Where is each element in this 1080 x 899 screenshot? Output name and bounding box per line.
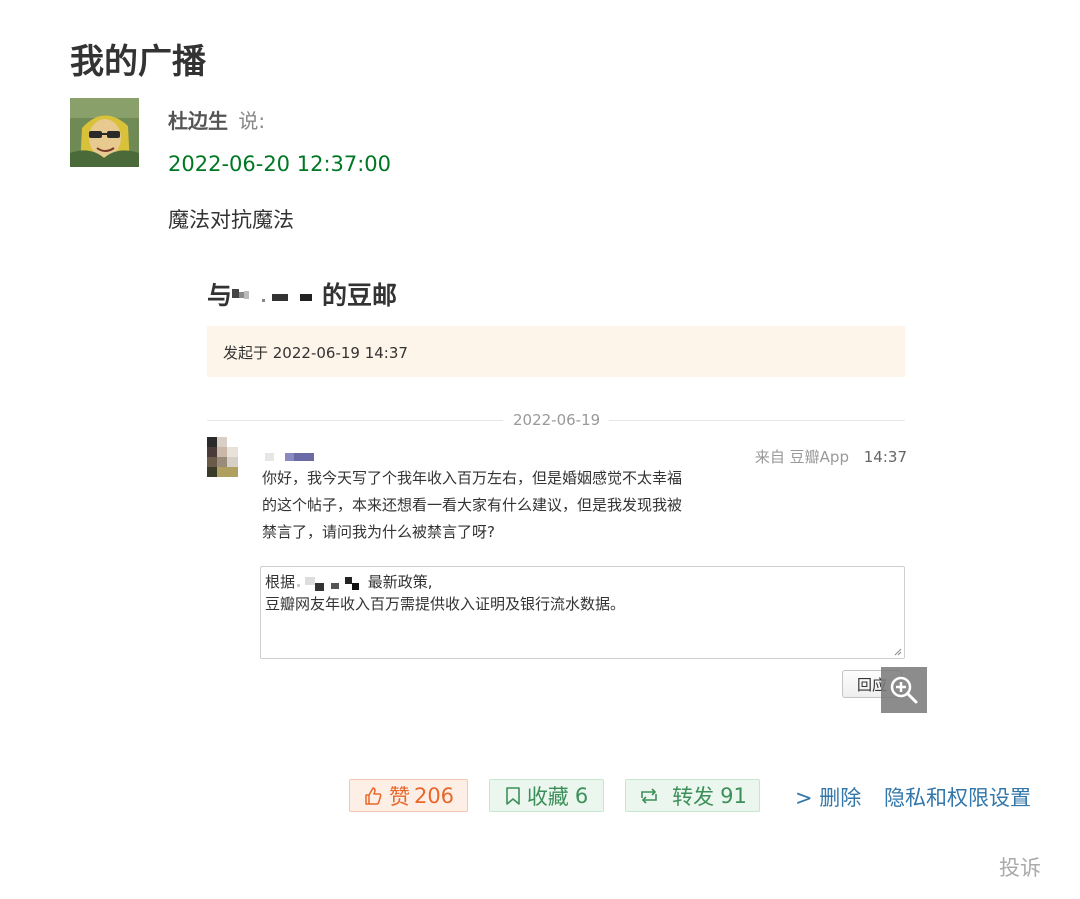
share-count: 91 [720, 783, 747, 808]
reply-line2: 豆瓣网友年收入百万需提供收入证明及银行流水数据。 [265, 595, 626, 613]
collect-count: 6 [574, 783, 589, 808]
privacy-settings-link[interactable]: 隐私和权限设置 [884, 782, 1031, 812]
message-line: 的这个帖子，本来还想看一看大家有什么建议，但是我发现我被 [262, 496, 683, 514]
censored-name-mosaic [232, 289, 313, 302]
started-box: 发起于 2022-06-19 14:37 [207, 326, 905, 377]
like-count: 206 [413, 783, 455, 808]
started-label: 发起于 2022-06-19 14:37 [223, 344, 408, 362]
delete-link[interactable]: > 删除 [795, 782, 861, 812]
reply-suffix: 最新政策, [363, 573, 433, 591]
author-line: 杜边生 说: [168, 105, 265, 134]
zoom-in-icon[interactable] [881, 667, 927, 713]
collect-button[interactable]: 收藏 6 [489, 779, 604, 812]
reply-prefix: 根据 [265, 573, 296, 591]
page-title: 我的广播 [70, 42, 206, 82]
reply-textarea[interactable]: 根据 最新政策, 豆瓣网友年收入百万需提供收入证明及银行流水数据。 [260, 566, 905, 659]
avatar[interactable] [70, 98, 139, 167]
avatar-image [70, 98, 139, 167]
says-label: 说: [238, 109, 266, 133]
message-line: 你好，我今天写了个我年收入百万左右，但是婚姻感觉不太幸福 [262, 469, 683, 487]
sender-avatar-mosaic [207, 437, 238, 477]
like-button[interactable]: 赞 206 [349, 779, 468, 812]
post-text: 魔法对抗魔法 [168, 208, 294, 232]
attached-screenshot[interactable]: 与 的豆邮 发起于 2022-06-19 14:37 2022-06-19 来自… [207, 270, 927, 720]
like-label: 赞 [388, 784, 410, 809]
doumail-title-suffix: 的豆邮 [322, 281, 398, 310]
doumail-title: 与 的豆邮 [207, 276, 397, 312]
thumbs-up-icon [363, 786, 383, 806]
share-label: 转发 [672, 784, 715, 809]
repost-icon [638, 786, 660, 806]
resize-grip-icon[interactable] [894, 648, 902, 656]
divider-date: 2022-06-19 [513, 411, 601, 429]
collect-label: 收藏 [526, 784, 569, 809]
message-time: 14:37 [863, 448, 907, 466]
report-link[interactable]: 投诉 [999, 852, 1041, 882]
reply-text: 根据 最新政策, 豆瓣网友年收入百万需提供收入证明及银行流水数据。 [265, 571, 625, 615]
bookmark-icon [505, 786, 521, 806]
doumail-title-prefix: 与 [207, 281, 233, 310]
censored-mosaic [297, 576, 360, 591]
author-name[interactable]: 杜边生 [168, 109, 228, 133]
date-divider: 2022-06-19 [207, 410, 905, 430]
message-source: 来自 豆瓣App [754, 448, 849, 466]
message-meta: 来自 豆瓣App 14:37 [755, 446, 907, 467]
message-body: 你好，我今天写了个我年收入百万左右，但是婚姻感觉不太幸福 的这个帖子，本来还想看… [262, 465, 742, 546]
message-line: 禁言了，请问我为什么被禁言了呀? [262, 523, 495, 541]
share-button[interactable]: 转发 91 [625, 779, 760, 812]
post-time[interactable]: 2022-06-20 12:37:00 [168, 152, 391, 176]
